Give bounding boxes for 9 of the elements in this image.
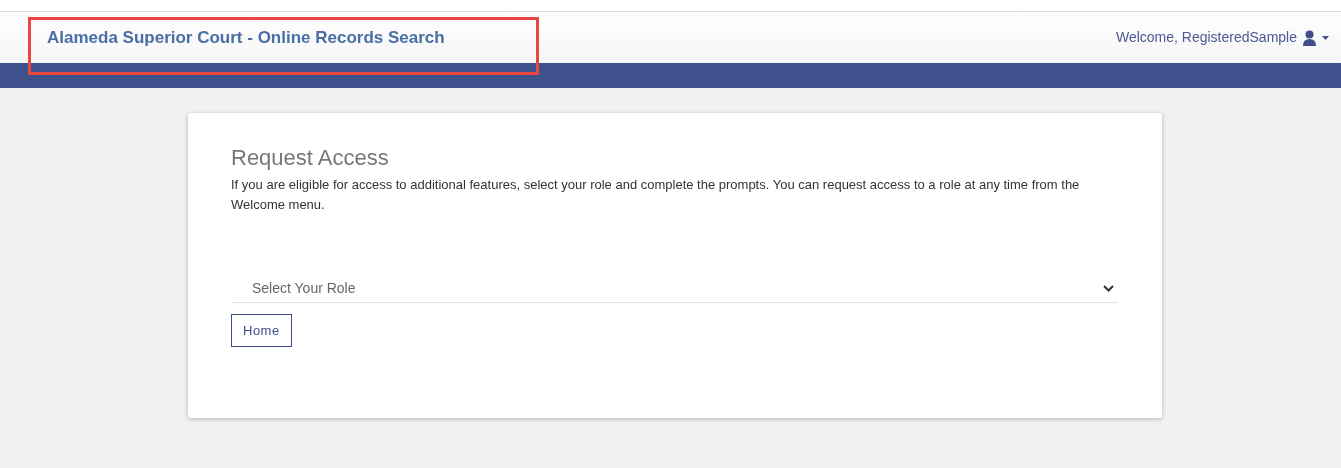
user-icon[interactable] xyxy=(1303,29,1316,46)
chevron-down-icon xyxy=(1103,285,1114,292)
site-title[interactable]: Alameda Superior Court - Online Records Search xyxy=(47,24,445,51)
role-select[interactable]: Select Your Role xyxy=(231,275,1118,303)
home-button[interactable]: Home xyxy=(231,314,292,347)
description-text: If you are eligible for access to additional features, select your role and complete the prompts. You can request access to a role at any time from the Welcome menu. xyxy=(231,176,1081,214)
caret-icon[interactable] xyxy=(1322,35,1329,40)
card-title: Request Access xyxy=(231,144,390,172)
welcome-menu[interactable]: Welcome, RegisteredSample xyxy=(1115,27,1297,48)
